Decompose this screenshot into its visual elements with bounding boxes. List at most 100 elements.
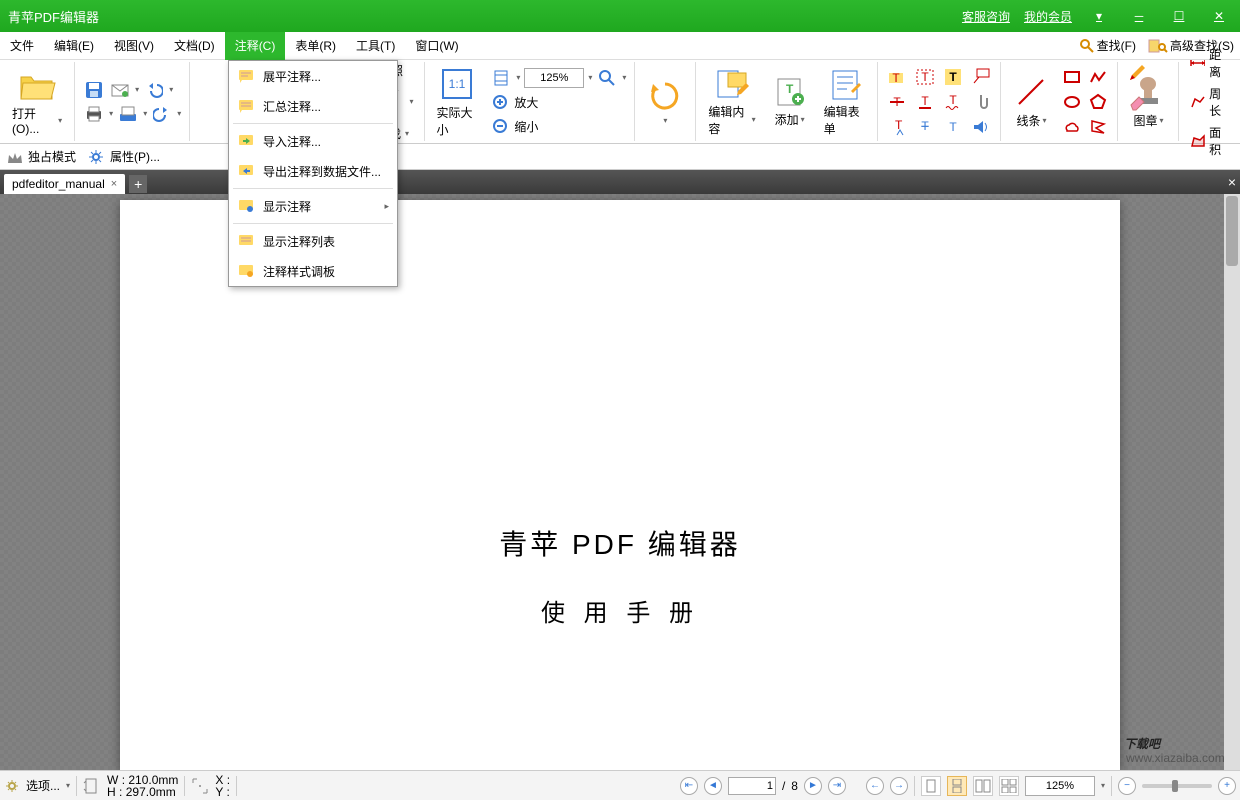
maximize-icon[interactable]: ☐ xyxy=(1166,6,1192,26)
rectangle-button[interactable] xyxy=(1061,66,1083,88)
find-button[interactable]: 查找(F) xyxy=(1073,37,1142,54)
squiggly-button[interactable]: T xyxy=(942,91,964,113)
menu-comment[interactable]: 注释(C) xyxy=(225,32,286,60)
zoom-in-button[interactable]: 放大 xyxy=(490,93,626,113)
edit-content-button[interactable]: 编辑内容▾ xyxy=(704,65,759,139)
open-button[interactable]: 打开(O)...▾ xyxy=(8,65,66,138)
prev-page-button[interactable]: ◄ xyxy=(704,777,722,795)
replace-text-button[interactable]: T xyxy=(914,116,936,138)
perimeter-button[interactable]: 周长 xyxy=(1187,84,1232,120)
workspace[interactable]: 青苹 PDF 编辑器 使 用 手 册 xyxy=(0,194,1240,770)
document-tab[interactable]: pdfeditor_manual × xyxy=(4,174,125,194)
attach-button[interactable] xyxy=(970,91,992,113)
page-subtitle: 使 用 手 册 xyxy=(541,593,699,628)
menu-document[interactable]: 文档(D) xyxy=(164,32,225,60)
scrollbar-thumb[interactable] xyxy=(1226,196,1238,266)
options-button[interactable]: 选项... xyxy=(26,777,60,794)
page-number-input[interactable] xyxy=(728,777,776,795)
menu-summarize[interactable]: 汇总注释... xyxy=(229,91,397,121)
close-icon[interactable]: ✕ xyxy=(1206,6,1232,26)
actual-size-button[interactable]: 1:1 实际大小 xyxy=(433,64,483,140)
scan-button[interactable] xyxy=(117,103,139,125)
vertical-scrollbar[interactable] xyxy=(1224,194,1240,770)
email-button[interactable] xyxy=(109,79,131,101)
svg-text:T: T xyxy=(893,71,901,85)
single-page-view[interactable] xyxy=(921,776,941,796)
save-button[interactable] xyxy=(83,79,105,101)
svg-text:T: T xyxy=(786,82,794,96)
menu-edit[interactable]: 编辑(E) xyxy=(44,32,104,60)
edit-form-button[interactable]: 编辑表单 xyxy=(820,65,870,139)
freeform-button[interactable] xyxy=(1087,116,1109,138)
tabbar-close-icon[interactable]: × xyxy=(1228,174,1236,190)
gear-icon xyxy=(4,778,20,794)
insert-text-button[interactable]: T xyxy=(886,116,908,138)
rectangle-icon xyxy=(1063,68,1081,86)
tab-close-icon[interactable]: × xyxy=(111,178,117,190)
typewriter-button[interactable]: T xyxy=(942,66,964,88)
zoom-input[interactable] xyxy=(524,68,584,88)
zoom-slider[interactable] xyxy=(1142,784,1212,788)
two-continuous-view[interactable] xyxy=(999,776,1019,796)
page-total: 8 xyxy=(791,779,798,793)
menu-tools[interactable]: 工具(T) xyxy=(346,32,405,60)
print-button[interactable] xyxy=(83,103,105,125)
menu-file[interactable]: 文件 xyxy=(0,32,44,60)
menu-view[interactable]: 视图(V) xyxy=(104,32,164,60)
zoom-out-button[interactable]: 缩小 xyxy=(490,117,626,137)
comment-panel-icon xyxy=(237,232,255,250)
nav-forward-button[interactable]: → xyxy=(890,777,908,795)
two-page-view[interactable] xyxy=(973,776,993,796)
menu-flatten[interactable]: 展平注释... xyxy=(229,61,397,91)
menu-export[interactable]: 导出注释到数据文件... xyxy=(229,156,397,186)
new-tab-button[interactable]: + xyxy=(129,175,147,193)
properties-button[interactable]: 属性(P)... xyxy=(86,147,162,166)
pencil-button[interactable] xyxy=(1126,62,1148,84)
exclusive-mode-button[interactable]: 独占模式 xyxy=(4,147,78,166)
rotate-button[interactable]: ▾ xyxy=(643,76,687,127)
zoom-out-status[interactable]: − xyxy=(1118,777,1136,795)
first-page-button[interactable]: ⇤ xyxy=(680,777,698,795)
status-zoom-input[interactable] xyxy=(1025,776,1095,796)
distance-button[interactable]: 距离 xyxy=(1187,45,1232,81)
menu-style[interactable]: 注释样式调板 xyxy=(229,256,397,286)
member-link[interactable]: 我的会员 xyxy=(1024,8,1072,25)
polygon-button[interactable] xyxy=(1087,91,1109,113)
support-link[interactable]: 客服咨询 xyxy=(962,8,1010,25)
eraser-button[interactable] xyxy=(1126,90,1148,112)
polyline-icon xyxy=(1089,68,1107,86)
oval-button[interactable] xyxy=(1061,91,1083,113)
redo-button[interactable] xyxy=(151,103,173,125)
menu-window[interactable]: 窗口(W) xyxy=(405,32,468,60)
add-button[interactable]: T 添加▾ xyxy=(768,73,812,130)
menu-showlist[interactable]: 显示注释列表 xyxy=(229,226,397,256)
sound-button[interactable] xyxy=(970,116,992,138)
minimize-icon[interactable]: ─ xyxy=(1126,6,1152,26)
member-dropdown-icon[interactable]: ▾ xyxy=(1086,6,1112,26)
next-page-button[interactable]: ► xyxy=(804,777,822,795)
edit-content-icon xyxy=(714,67,750,101)
menu-show[interactable]: 显示注释▸ xyxy=(229,191,397,221)
eraser-icon xyxy=(1127,91,1147,111)
import-icon xyxy=(237,132,255,150)
underline-button[interactable]: T xyxy=(914,91,936,113)
menu-form[interactable]: 表单(R) xyxy=(285,32,346,60)
zoom-tool-button[interactable] xyxy=(596,67,618,89)
nav-back-button[interactable]: ← xyxy=(866,777,884,795)
last-page-button[interactable]: ⇥ xyxy=(828,777,846,795)
highlight-button[interactable]: T xyxy=(886,66,908,88)
text-correction-button[interactable]: T xyxy=(942,116,964,138)
zoom-slider-thumb[interactable] xyxy=(1172,780,1178,792)
menu-import[interactable]: 导入注释... xyxy=(229,126,397,156)
continuous-view[interactable] xyxy=(947,776,967,796)
zoom-in-status[interactable]: + xyxy=(1218,777,1236,795)
callout-button[interactable] xyxy=(970,66,992,88)
polyline-button[interactable] xyxy=(1087,66,1109,88)
area-button[interactable]: 面积 xyxy=(1187,123,1232,159)
textbox-button[interactable]: T xyxy=(914,66,936,88)
undo-button[interactable] xyxy=(143,79,165,101)
lines-button[interactable]: 线条▾ xyxy=(1009,72,1053,131)
cloud-button[interactable] xyxy=(1061,116,1083,138)
strikeout-button[interactable]: T xyxy=(886,91,908,113)
fit-page-button[interactable] xyxy=(490,67,512,89)
